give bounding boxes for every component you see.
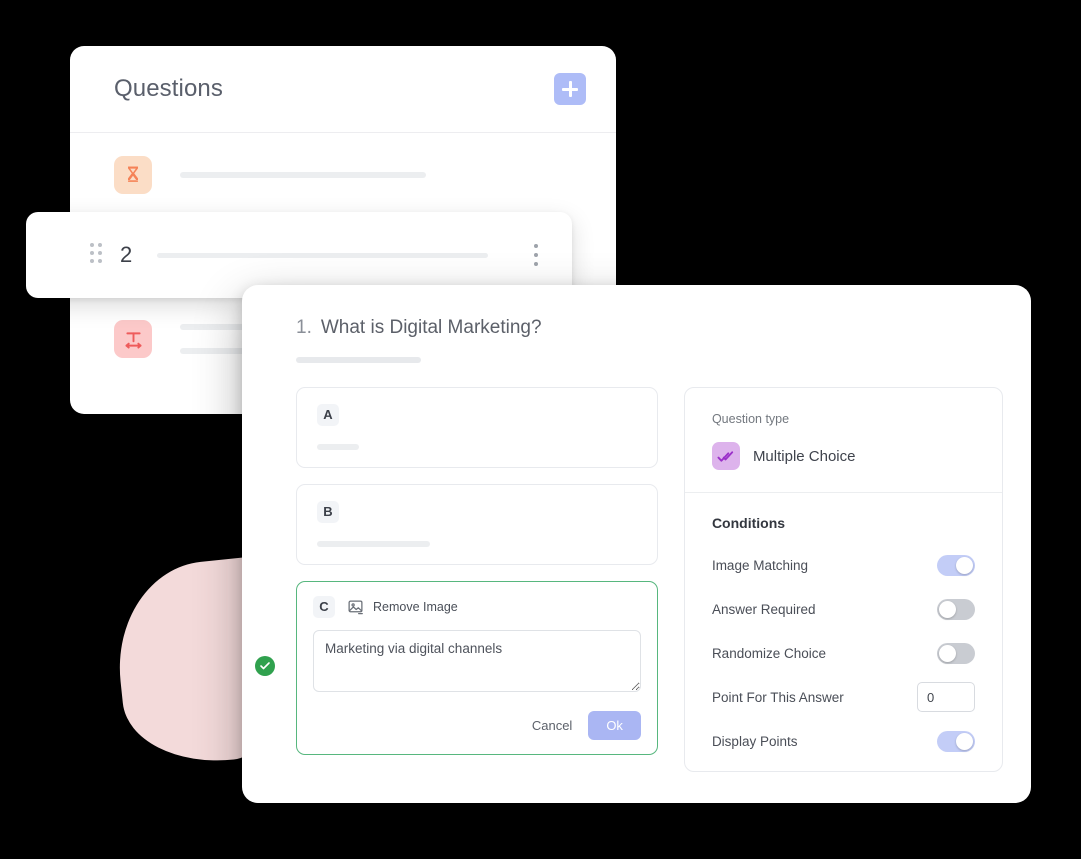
question-settings-panel: Question type Multiple Choice Conditions xyxy=(683,387,1003,772)
page-title: Questions xyxy=(114,75,223,102)
option-text-skeleton xyxy=(317,541,430,547)
cancel-button[interactable]: Cancel xyxy=(532,718,572,733)
question-text: What is Digital Marketing? xyxy=(320,317,542,338)
answer-option-a[interactable]: A xyxy=(296,387,658,468)
question-number: 2 xyxy=(120,242,133,267)
image-remove-icon xyxy=(347,599,364,616)
questions-card-header: Questions xyxy=(70,46,616,133)
dialog-body: A B C Remove Image Marketing via digital… xyxy=(255,387,1003,772)
question-type-selector[interactable]: Multiple Choice xyxy=(711,442,975,470)
option-letter: A xyxy=(317,404,339,426)
screenshot-stage: Questions 2 1. What is Digital Marketing… xyxy=(0,0,1081,859)
option-text-skeleton xyxy=(317,444,359,450)
option-c-header: C Remove Image xyxy=(313,596,641,618)
display-points-toggle[interactable] xyxy=(937,730,975,752)
condition-label: Answer Required xyxy=(711,601,816,617)
condition-row-image-matching: Image Matching xyxy=(712,543,975,587)
option-letter: C xyxy=(313,596,335,618)
question-editor-dialog: 1. What is Digital Marketing? A B C Remo… xyxy=(242,285,1031,803)
ok-button[interactable]: Ok xyxy=(588,711,641,740)
question-type-label: Question type xyxy=(711,412,790,426)
remove-image-label: Remove Image xyxy=(373,600,458,614)
randomize-choice-toggle[interactable] xyxy=(937,642,975,664)
question-list-item[interactable] xyxy=(70,133,616,217)
double-check-icon xyxy=(711,442,740,470)
drag-handle-icon[interactable] xyxy=(90,243,106,267)
answer-option-c-selected[interactable]: C Remove Image Marketing via digital cha… xyxy=(255,581,658,755)
condition-label: Display Points xyxy=(711,733,798,749)
answer-required-toggle[interactable] xyxy=(937,598,975,620)
plus-icon xyxy=(562,81,578,97)
question-type-value: Multiple Choice xyxy=(752,447,856,465)
answer-option-b[interactable]: B xyxy=(296,484,658,565)
condition-label: Image Matching xyxy=(711,557,808,573)
text-width-icon xyxy=(114,320,152,358)
condition-row-display-points: Display Points xyxy=(712,719,975,763)
question-heading: 1. What is Digital Marketing? xyxy=(296,317,1003,339)
answer-options-list: A B C Remove Image Marketing via digital… xyxy=(255,387,658,772)
conditions-title: Conditions xyxy=(711,515,786,531)
points-input[interactable] xyxy=(917,682,975,712)
condition-label: Point For This Answer xyxy=(711,689,844,705)
question-type-section: Question type Multiple Choice xyxy=(684,388,1002,493)
question-subtitle-skeleton xyxy=(296,357,421,363)
answer-text-input[interactable] xyxy=(313,630,641,692)
hourglass-icon xyxy=(114,156,152,194)
add-question-button[interactable] xyxy=(554,73,586,105)
condition-row-answer-required: Answer Required xyxy=(712,587,975,631)
condition-label: Randomize Choice xyxy=(711,645,826,661)
condition-row-randomize-choice: Randomize Choice xyxy=(712,631,975,675)
question-index: 1. xyxy=(296,317,312,338)
conditions-list: Image Matching Answer Required Randomize… xyxy=(712,543,975,763)
question-title-skeleton xyxy=(180,172,572,178)
check-circle-icon xyxy=(255,656,275,676)
question-title-skeleton xyxy=(157,252,488,258)
image-matching-toggle[interactable] xyxy=(937,554,975,576)
conditions-section: Conditions Image Matching Answer Require… xyxy=(685,493,1002,763)
remove-image-button[interactable]: Remove Image xyxy=(347,599,458,616)
condition-row-point-for-this-answer: Point For This Answer xyxy=(712,675,975,719)
option-letter: B xyxy=(317,501,339,523)
kebab-menu-icon[interactable] xyxy=(528,244,544,266)
option-c-actions: Cancel Ok xyxy=(313,711,641,740)
